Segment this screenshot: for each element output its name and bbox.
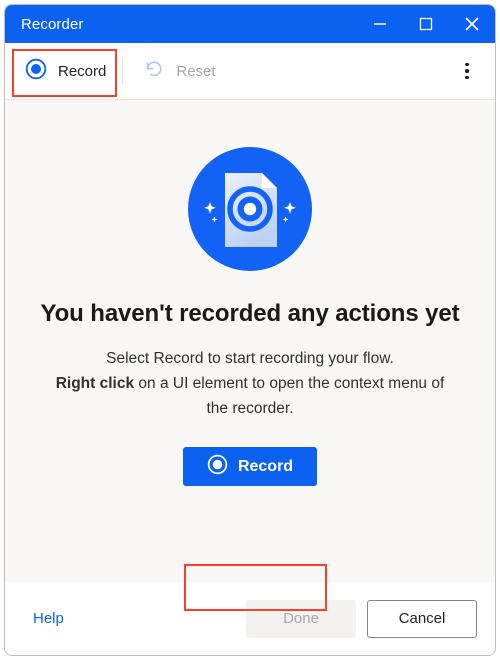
instructions-line-1: Select Record to start recording your fl…: [106, 350, 394, 367]
toolbar-reset-label: Reset: [176, 62, 216, 80]
toolbar-reset-button[interactable]: Reset: [133, 51, 225, 91]
instructions-line-2: on a UI element to open the context menu…: [134, 375, 445, 417]
footer-actions: Done Cancel: [246, 599, 477, 638]
instructions-bold-phrase: Right click: [55, 375, 135, 392]
window-title: Recorder: [21, 15, 84, 33]
done-button[interactable]: Done: [246, 599, 356, 638]
toolbar-divider: [122, 58, 124, 84]
minimize-icon: [373, 17, 387, 31]
close-button[interactable]: [449, 5, 495, 43]
maximize-icon: [419, 17, 433, 31]
maximize-button[interactable]: [403, 5, 449, 43]
window-controls: [357, 5, 495, 43]
close-icon: [464, 16, 480, 32]
toolbar-record-button[interactable]: Record: [15, 51, 116, 91]
help-link[interactable]: Help: [33, 610, 64, 627]
minimize-button[interactable]: [357, 5, 403, 43]
more-vertical-icon[interactable]: [451, 55, 483, 87]
instructions-text: Select Record to start recording your fl…: [50, 346, 450, 421]
document-record-illustration: [188, 147, 312, 271]
footer-bar: Help Done Cancel: [5, 582, 495, 655]
toolbar: Record Reset: [5, 43, 495, 100]
toolbar-record-label: Record: [58, 62, 107, 80]
cancel-button[interactable]: Cancel: [367, 599, 477, 638]
record-circle-icon: [207, 454, 228, 480]
title-bar: Recorder: [5, 5, 495, 43]
record-circle-icon: [25, 58, 47, 85]
recorder-window: Recorder Record Reset You haven't record…: [4, 4, 496, 656]
page-title: You haven't recorded any actions yet: [40, 300, 460, 327]
main-content: You haven't recorded any actions yet Sel…: [5, 100, 495, 611]
undo-arrow-icon: [143, 58, 165, 85]
main-record-button[interactable]: Record: [183, 447, 317, 486]
main-record-label: Record: [237, 457, 294, 475]
